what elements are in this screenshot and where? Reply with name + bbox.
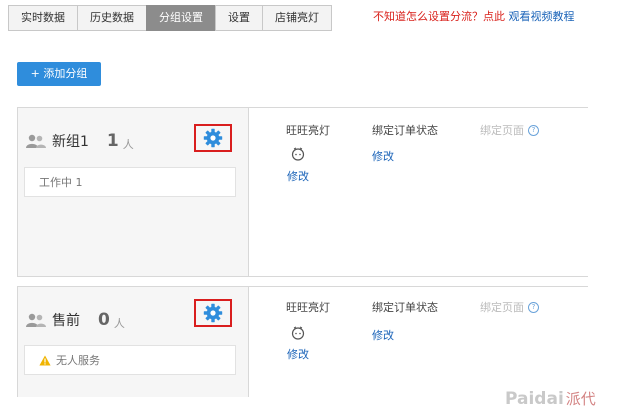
- wangwang-light-label: 旺旺亮灯: [286, 124, 330, 137]
- group-member-unit: 人: [122, 137, 134, 151]
- group-member-unit: 人: [113, 316, 125, 330]
- tab-group-settings[interactable]: 分组设置: [146, 5, 215, 31]
- add-group-button[interactable]: + 添加分组: [17, 62, 101, 86]
- group-member-count: 0: [98, 310, 110, 330]
- clock-icon: [291, 326, 305, 340]
- help-question: 不知道怎么设置分流？点此: [373, 10, 505, 23]
- bind-page-label: 绑定页面?: [480, 122, 539, 138]
- bind-page-text: 绑定页面: [480, 301, 524, 314]
- watermark-logo: Paidai 派代: [505, 388, 596, 409]
- group-header: 售前 0 人: [26, 308, 125, 332]
- group-status: 工作中 1: [24, 167, 236, 197]
- group-member-count: 1: [106, 131, 119, 151]
- tab-shop-lights[interactable]: 店铺亮灯: [262, 5, 332, 31]
- group-card: 新组1 1 人 工作中 1 旺旺亮灯 修改 绑定订单状态 修改 绑定页面 ?: [17, 107, 588, 277]
- gear-icon: [203, 128, 223, 148]
- group-name: 新组1: [52, 134, 89, 150]
- edit-order-status-link[interactable]: 修改: [372, 327, 394, 343]
- group-status: 无人服务: [24, 345, 236, 375]
- group-info-panel: 新组1 1 人 工作中 1: [18, 108, 249, 276]
- group-settings-button[interactable]: [194, 299, 232, 327]
- help-icon[interactable]: ?: [528, 124, 539, 136]
- group-info-panel: 售前 0 人 无人服务: [18, 287, 249, 397]
- video-tutorial-link[interactable]: 观看视频教程: [509, 10, 575, 23]
- group-settings-button[interactable]: [194, 124, 232, 152]
- tab-realtime-data[interactable]: 实时数据: [8, 5, 77, 31]
- clock-icon: [291, 147, 305, 161]
- edit-order-status-link[interactable]: 修改: [372, 148, 394, 164]
- bind-page-text: 绑定页面: [480, 124, 524, 137]
- watermark-cn: 派代: [565, 390, 596, 408]
- order-status-label: 绑定订单状态: [372, 124, 438, 137]
- tab-history-data[interactable]: 历史数据: [77, 5, 146, 31]
- users-icon: [26, 134, 46, 148]
- bind-page-label: 绑定页面?: [480, 299, 539, 315]
- tab-settings[interactable]: 设置: [215, 5, 262, 31]
- warning-icon: [39, 355, 51, 365]
- watermark-text: Paidai: [505, 389, 564, 409]
- wangwang-light-label: 旺旺亮灯: [286, 301, 330, 314]
- help-icon[interactable]: ?: [528, 301, 539, 313]
- group-status-text: 无人服务: [56, 354, 100, 367]
- group-card: 售前 0 人 无人服务 旺旺亮灯 修改 绑定订单状态 修改 绑定页面 ?: [17, 286, 588, 397]
- users-icon: [26, 313, 46, 327]
- edit-wangwang-link[interactable]: 修改: [287, 168, 309, 184]
- tab-bar: 实时数据 历史数据 分组设置 设置 店铺亮灯: [8, 5, 332, 31]
- order-status-label: 绑定订单状态: [372, 301, 438, 314]
- group-name: 售前: [52, 313, 80, 329]
- edit-wangwang-link[interactable]: 修改: [287, 346, 309, 362]
- group-header: 新组1 1 人: [26, 129, 134, 153]
- gear-icon: [203, 303, 223, 323]
- help-text: 不知道怎么设置分流？点此 观看视频教程: [373, 8, 575, 24]
